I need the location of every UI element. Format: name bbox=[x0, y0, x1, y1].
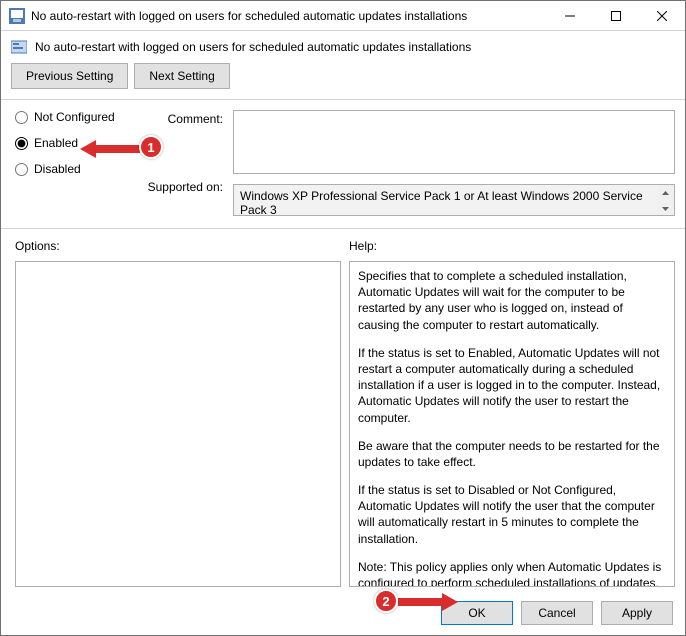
next-setting-button[interactable]: Next Setting bbox=[134, 63, 229, 89]
options-panel bbox=[15, 261, 341, 587]
nav-buttons: Previous Setting Next Setting bbox=[1, 63, 685, 99]
state-radio-group: Not Configured Enabled Disabled bbox=[15, 110, 135, 176]
radio-enabled[interactable]: Enabled bbox=[15, 136, 135, 150]
policy-icon bbox=[11, 39, 27, 55]
scroll-up-icon[interactable] bbox=[657, 185, 674, 201]
radio-disabled[interactable]: Disabled bbox=[15, 162, 135, 176]
comment-textarea[interactable] bbox=[233, 110, 675, 174]
help-p5: Note: This policy applies only when Auto… bbox=[358, 559, 666, 587]
radio-disabled-label[interactable]: Disabled bbox=[34, 162, 81, 176]
cancel-button[interactable]: Cancel bbox=[521, 601, 593, 625]
help-p2: If the status is set to Enabled, Automat… bbox=[358, 345, 666, 426]
config-grid: Not Configured Enabled Disabled Comment:… bbox=[1, 104, 685, 222]
supported-on-value: Windows XP Professional Service Pack 1 o… bbox=[240, 189, 643, 216]
dialog-buttons: OK Cancel Apply bbox=[1, 593, 685, 635]
apply-button[interactable]: Apply bbox=[601, 601, 673, 625]
supported-scroll bbox=[657, 185, 674, 216]
help-text: Specifies that to complete a scheduled i… bbox=[358, 268, 666, 587]
help-panel[interactable]: Specifies that to complete a scheduled i… bbox=[349, 261, 675, 587]
maximize-button[interactable] bbox=[593, 1, 639, 30]
radio-not-configured[interactable]: Not Configured bbox=[15, 110, 135, 124]
minimize-button[interactable] bbox=[547, 1, 593, 30]
titlebar: No auto-restart with logged on users for… bbox=[1, 1, 685, 31]
radio-enabled-label[interactable]: Enabled bbox=[34, 136, 78, 150]
help-label: Help: bbox=[349, 239, 675, 253]
separator bbox=[1, 99, 685, 100]
radio-not-configured-label[interactable]: Not Configured bbox=[34, 110, 115, 124]
lower-grid: Options: Help: Specifies that to complet… bbox=[1, 233, 685, 593]
supported-on-label: Supported on: bbox=[139, 176, 229, 216]
app-icon bbox=[9, 8, 25, 24]
radio-not-configured-input[interactable] bbox=[15, 111, 28, 124]
previous-setting-button[interactable]: Previous Setting bbox=[11, 63, 128, 89]
separator-2 bbox=[1, 228, 685, 229]
close-button[interactable] bbox=[639, 1, 685, 30]
policy-editor-window: No auto-restart with logged on users for… bbox=[0, 0, 686, 636]
help-p3: Be aware that the computer needs to be r… bbox=[358, 438, 666, 470]
titlebar-buttons bbox=[547, 1, 685, 30]
comment-label: Comment: bbox=[139, 110, 229, 176]
ok-button[interactable]: OK bbox=[441, 601, 513, 625]
radio-enabled-input[interactable] bbox=[15, 137, 28, 150]
radio-disabled-input[interactable] bbox=[15, 163, 28, 176]
subheader: No auto-restart with logged on users for… bbox=[1, 31, 685, 63]
help-p4: If the status is set to Disabled or Not … bbox=[358, 482, 666, 547]
help-p1: Specifies that to complete a scheduled i… bbox=[358, 268, 666, 333]
supported-on-text: Windows XP Professional Service Pack 1 o… bbox=[233, 184, 675, 216]
policy-title: No auto-restart with logged on users for… bbox=[35, 40, 471, 54]
window-title: No auto-restart with logged on users for… bbox=[31, 9, 547, 23]
options-label: Options: bbox=[15, 239, 341, 253]
scroll-down-icon[interactable] bbox=[657, 201, 674, 216]
